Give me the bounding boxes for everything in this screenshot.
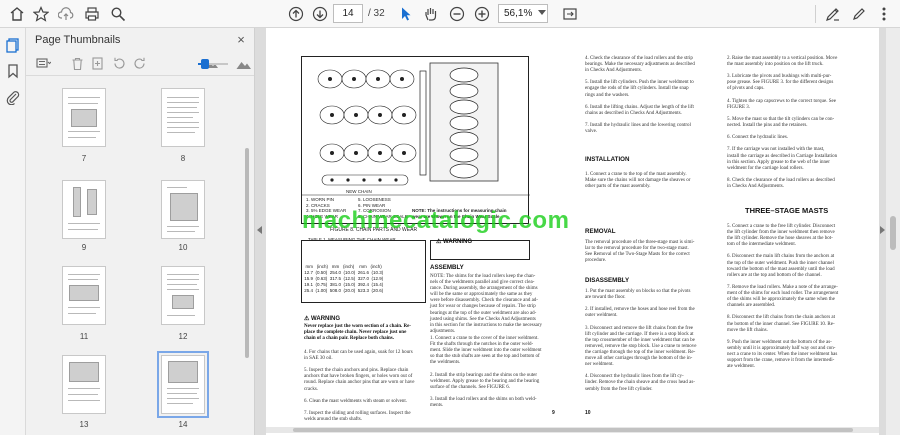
thumbnail-options-icon[interactable]: [36, 56, 52, 71]
page-number-left: 9: [552, 410, 555, 416]
thumbnail-label: 9: [81, 243, 87, 252]
thumbnail-size-slider-handle[interactable]: [201, 59, 209, 69]
thumbnail-label: 13: [79, 420, 89, 429]
delete-icon[interactable]: [70, 56, 85, 71]
select-cursor-icon[interactable]: [396, 4, 416, 24]
panel-title: Page Thumbnails: [35, 34, 121, 46]
vertical-scrollbar-thumb[interactable]: [890, 216, 896, 250]
rotate-clockwise-icon[interactable]: [132, 56, 147, 71]
thumbnail-page-7[interactable]: [62, 88, 106, 147]
assembly-note: NOTE: The shims for the load rollers kee…: [430, 274, 543, 334]
zoom-out-icon[interactable]: [447, 4, 467, 24]
disassembly-heading: DISASSEMBLY: [585, 277, 630, 284]
more-options-icon[interactable]: [874, 4, 894, 24]
thumbnail-label: 10: [178, 243, 188, 252]
next-page-arrow-icon[interactable]: [880, 226, 885, 234]
thumbnail-label: 14: [178, 420, 188, 429]
search-icon[interactable]: [108, 4, 128, 24]
thumbnail-page-10[interactable]: [161, 180, 205, 239]
new-chain-label: NEW CHAIN: [346, 189, 372, 194]
chain-wear-table-rows: mm (inch) mm (inch) mm (inch) 12.7 (0.50…: [304, 264, 384, 293]
left-navigation-rail: [0, 28, 26, 435]
watermark-text: machinecatalogic.com: [302, 207, 570, 234]
thumbnail-page-8[interactable]: [161, 88, 205, 147]
toolbar-divider: [815, 5, 816, 23]
fill-sign-icon[interactable]: [823, 4, 843, 24]
next-page-icon[interactable]: [310, 4, 330, 24]
right-page-col2-top: 2. Raise the mast assembly to a vertical…: [727, 56, 838, 189]
removal-heading: REMOVAL: [585, 228, 616, 235]
edit-pen-icon[interactable]: [849, 4, 869, 24]
thumbnail-page-9[interactable]: [62, 180, 106, 239]
right-page-col2-bottom: 5. Connect a crane to the free lift cyli…: [727, 224, 839, 370]
page-total: / 32: [368, 8, 385, 19]
three-stage-masts-heading: THREE–STAGE MASTS: [745, 206, 829, 215]
rotate-counterclockwise-icon[interactable]: [112, 56, 127, 71]
previous-page-icon[interactable]: [286, 4, 306, 24]
thumbnail-label: 12: [178, 332, 188, 341]
thumbnail-panel: Page Thumbnails × 7 8 9 10 11 12 13 14: [26, 28, 255, 435]
previous-page-arrow-icon[interactable]: [257, 226, 262, 234]
removal-text: The removal procedure of the three-stage…: [585, 240, 695, 264]
installation-text: 1. Connect a crane to the top of the mas…: [585, 172, 691, 190]
horizontal-scrollbar-thumb[interactable]: [293, 428, 853, 432]
document-viewer: NEW CHAIN 1. WORN PIN 2. CRACKS 3. 5% ED…: [255, 28, 900, 435]
right-page-col1-steps: 4. Check the clearance of the load rolle…: [585, 56, 695, 135]
left-page-steps: 4. For chains that can be used again, so…: [304, 350, 415, 423]
assembly-heading: ASSEMBLY: [430, 264, 464, 271]
star-icon[interactable]: [31, 4, 51, 24]
attachment-icon[interactable]: [5, 89, 21, 106]
zoom-in-icon[interactable]: [472, 4, 492, 24]
thumbnail-page-12[interactable]: [161, 266, 205, 325]
page-number-input[interactable]: 14: [333, 4, 363, 23]
thumbnail-scrollbar[interactable]: [245, 148, 249, 358]
insert-page-icon[interactable]: [90, 56, 105, 71]
warning-heading-small: ⚠ WARNING: [436, 239, 473, 245]
thumbnail-label: 8: [180, 154, 186, 163]
thumbnail-label: 7: [81, 154, 87, 163]
warning-heading: ⚠ WARNING: [304, 316, 341, 322]
thumbnail-page-14[interactable]: [157, 351, 209, 418]
home-icon[interactable]: [7, 4, 27, 24]
disassembly-text: 1. Put the mast assembly on blocks so th…: [585, 289, 697, 392]
page-number-right: 10: [585, 410, 591, 416]
top-toolbar: 14 / 32 56,1%: [0, 0, 900, 28]
fit-page-icon[interactable]: [560, 4, 580, 24]
bookmark-icon[interactable]: [5, 63, 21, 79]
installation-heading: INSTALLATION: [585, 156, 630, 163]
warning-text: Never replace just the worn section of a…: [304, 324, 412, 342]
large-thumbnail-icon[interactable]: [236, 56, 251, 71]
document-page-right: 4. Check the clearance of the load rolle…: [570, 28, 879, 435]
close-icon[interactable]: ×: [234, 32, 248, 47]
hand-tool-icon[interactable]: [421, 4, 441, 24]
thumbnail-page-13[interactable]: [62, 355, 106, 414]
thumbnail-page-11[interactable]: [62, 266, 106, 325]
chevron-down-icon[interactable]: [538, 10, 546, 15]
assembly-steps: 1. Connect a crane to the cover of the i…: [430, 336, 542, 409]
thumbnail-label: 11: [79, 332, 89, 341]
page-thumbnails-icon[interactable]: [5, 37, 21, 53]
print-icon[interactable]: [82, 4, 102, 24]
upload-cloud-icon[interactable]: [56, 4, 76, 24]
